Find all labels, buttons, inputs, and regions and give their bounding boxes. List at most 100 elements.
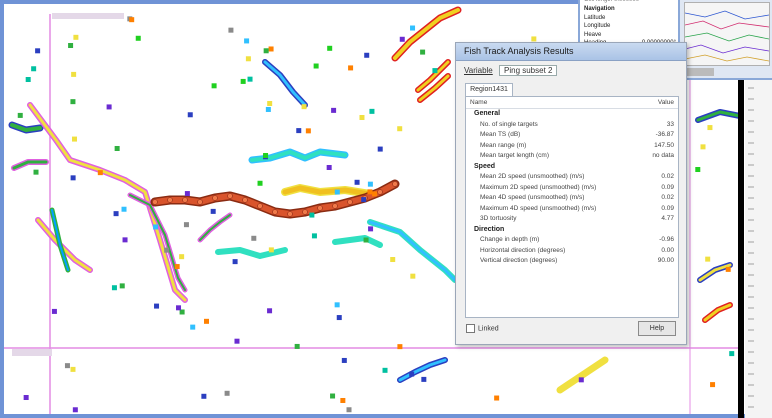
single-target [31,66,37,72]
single-target [578,377,584,383]
table-row[interactable]: Mean range (m) 147.50 [466,141,678,152]
single-target [700,144,706,150]
variable-select[interactable]: Ping subset 2 [499,65,558,76]
row-name: Vertical direction (degrees) [480,257,558,264]
row-name: Mean target length (cm) [480,152,550,159]
track-point [392,181,398,187]
single-target [201,393,207,399]
single-target [111,285,117,291]
single-target [369,108,375,114]
single-target [326,164,332,170]
table-row[interactable]: Mean TS (dB) -36.87 [466,130,678,141]
single-target [296,128,302,134]
single-target [265,106,271,112]
table-row[interactable]: Maximum 4D speed (unsmoothed) (m/s) 0.09 [466,204,678,215]
checkbox-box[interactable] [466,324,475,333]
single-target [363,237,369,243]
single-target [309,212,315,218]
table-row[interactable]: 3D tortuosity 4.77 [466,214,678,225]
single-target [409,371,415,377]
single-target [410,273,416,279]
single-target [305,128,311,134]
single-target [68,43,74,49]
col-value[interactable]: Value [658,99,674,106]
single-target [334,302,340,308]
single-target [263,152,269,158]
single-target [257,180,263,186]
single-target [725,266,731,272]
table-row[interactable]: Mean target length (cm) no data [466,151,678,162]
single-target [70,99,76,105]
help-button[interactable]: Help [638,321,676,336]
single-target [190,324,196,330]
single-target [154,303,160,309]
single-target [421,376,427,382]
thumbnail-image [684,2,770,66]
single-target [228,27,234,33]
single-target [183,222,189,228]
single-target [705,256,711,262]
category-speed[interactable]: Speed [466,162,678,173]
single-target [129,17,135,23]
row-name: No. of single targets [480,120,538,128]
single-target [72,407,78,413]
single-target [531,36,537,42]
category-general[interactable]: General [466,109,678,120]
overview-thumbnail[interactable] [678,0,772,80]
table-row[interactable]: Maximum 2D speed (unsmoothed) (m/s) 0.09 [466,183,678,194]
single-target [710,382,716,388]
variable-row: Variable Ping subset 2 [464,65,558,76]
single-target [71,71,77,77]
single-target [179,254,185,260]
row-value: -0.96 [659,236,674,243]
table-row[interactable]: Vertical direction (degrees) 90.00 [466,256,678,267]
table-row[interactable]: No. of single targets 33 [466,120,678,131]
single-target [164,247,170,253]
track-point [377,189,383,195]
single-target [224,390,230,396]
row-name: Mean range (m) [480,141,527,149]
row-value: 0.09 [661,183,674,191]
category-direction[interactable]: Direction [466,225,678,236]
single-target [176,305,182,311]
single-target [367,181,373,187]
single-target [331,107,337,113]
track-point [257,203,263,209]
table-row[interactable]: Mean 4D speed (unsmoothed) (m/s) 0.02 [466,193,678,204]
category-label: Direction [474,225,505,233]
linked-checkbox[interactable]: Linked [466,324,499,333]
single-target [377,146,383,152]
table-row[interactable]: Change in depth (m) -0.96 [466,235,678,246]
row-value: -36.87 [655,131,674,138]
single-target [359,115,365,121]
category-label: Speed [474,162,496,170]
single-target [25,77,31,83]
single-target [294,343,300,349]
single-target [494,395,500,401]
single-target [397,126,403,132]
single-target [313,63,319,69]
row-value: 147.50 [654,141,674,149]
row-name: Mean 4D speed (unsmoothed) (m/s) [480,194,585,201]
row-value: 90.00 [657,257,674,264]
linked-label: Linked [478,325,499,333]
row-value: 0.02 [661,173,674,180]
single-target [348,65,354,71]
single-target [327,45,333,51]
single-target [245,56,251,62]
row-value: 0.02 [661,194,674,201]
table-row[interactable]: Horizontal direction (degrees) 0.00 [466,246,678,257]
single-target [64,363,70,369]
single-target [397,344,403,350]
depth-tag-top [52,13,124,19]
single-target [210,208,216,214]
fish-track-analysis-dialog[interactable]: Fish Track Analysis Results Variable Pin… [455,42,687,345]
table-row[interactable]: Mean 2D speed (unsmoothed) (m/s) 0.02 [466,172,678,183]
row-name: Mean 2D speed (unsmoothed) (m/s) [480,173,585,180]
col-name[interactable]: Name [470,99,487,106]
single-target [334,189,340,195]
dialog-title[interactable]: Fish Track Analysis Results [456,43,686,61]
single-target [113,211,119,217]
single-target [244,38,250,44]
tab-region[interactable]: Region1431 [465,83,513,96]
